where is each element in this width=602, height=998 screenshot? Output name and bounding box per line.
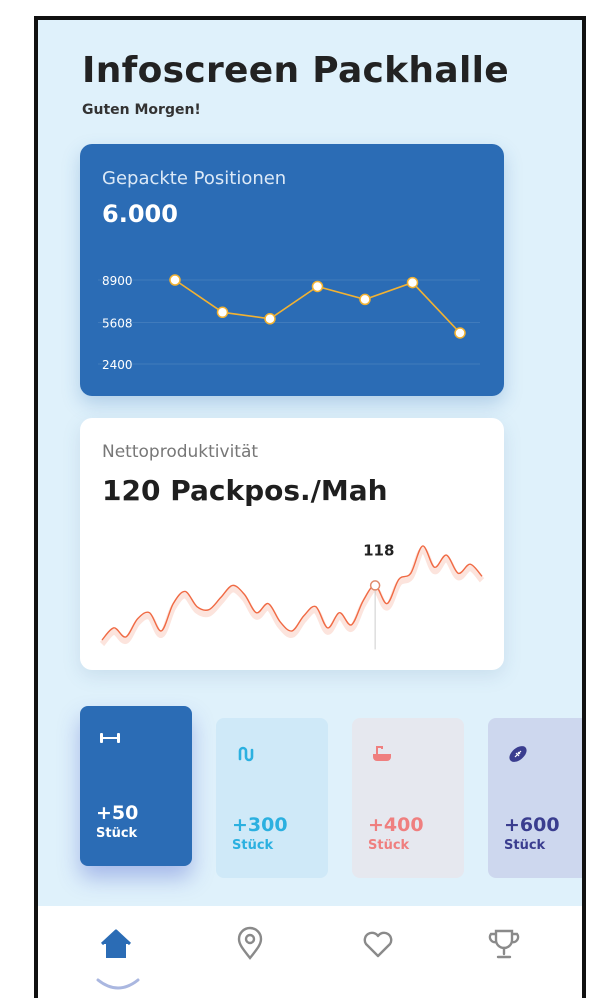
heart-icon[interactable] bbox=[360, 926, 396, 962]
y-tick-label: 5608 bbox=[102, 317, 133, 331]
productivity-card[interactable]: Nettoproduktivität 120 Packpos./Mah 118 bbox=[80, 418, 504, 670]
tile-football[interactable]: +600 Stück bbox=[488, 718, 582, 878]
tile-value: +400 bbox=[368, 814, 424, 836]
home-icon[interactable] bbox=[98, 926, 134, 962]
page-title: Infoscreen Packhalle bbox=[82, 50, 509, 91]
data-point bbox=[264, 313, 276, 325]
tile-value: +300 bbox=[232, 814, 288, 836]
tile-dumbbell[interactable]: +50 Stück bbox=[80, 706, 192, 866]
data-point bbox=[454, 327, 466, 339]
data-point bbox=[406, 276, 419, 289]
bathtub-icon bbox=[373, 746, 391, 761]
productivity-line-chart: 118 bbox=[99, 541, 485, 650]
marker-point bbox=[369, 580, 381, 591]
data-point bbox=[216, 306, 229, 319]
greeting: Guten Morgen! bbox=[82, 102, 201, 118]
tile-value: +600 bbox=[504, 814, 560, 836]
marker-label: 118 bbox=[363, 541, 394, 559]
data-point bbox=[311, 280, 324, 293]
bottom-navigation bbox=[38, 906, 582, 998]
y-tick-label: 2400 bbox=[102, 358, 133, 372]
tile-unit: Stück bbox=[232, 838, 274, 853]
series-line bbox=[101, 545, 483, 641]
jump-rope-icon bbox=[238, 746, 254, 762]
trophy-icon[interactable] bbox=[486, 926, 522, 962]
data-point bbox=[359, 293, 371, 306]
tile-unit: Stück bbox=[504, 838, 546, 853]
data-point bbox=[169, 274, 181, 286]
tile-jump-rope[interactable]: +300 Stück bbox=[216, 718, 328, 878]
app-screen: Infoscreen Packhalle Guten Morgen! Gepac… bbox=[34, 16, 586, 998]
dumbbell-icon bbox=[100, 733, 120, 743]
positions-card[interactable]: Gepackte Positionen 6.000 8900 5608 2400 bbox=[80, 144, 504, 396]
tile-bathtub[interactable]: +400 Stück bbox=[352, 718, 464, 878]
tile-value: +50 bbox=[96, 802, 139, 824]
tile-unit: Stück bbox=[96, 826, 138, 841]
positions-line-chart: 8900 5608 2400 bbox=[98, 274, 480, 372]
y-tick-label: 8900 bbox=[102, 274, 133, 288]
tile-unit: Stück bbox=[368, 838, 410, 853]
football-icon bbox=[509, 746, 527, 762]
active-tab-indicator bbox=[96, 978, 140, 990]
location-pin-icon[interactable] bbox=[232, 926, 268, 962]
